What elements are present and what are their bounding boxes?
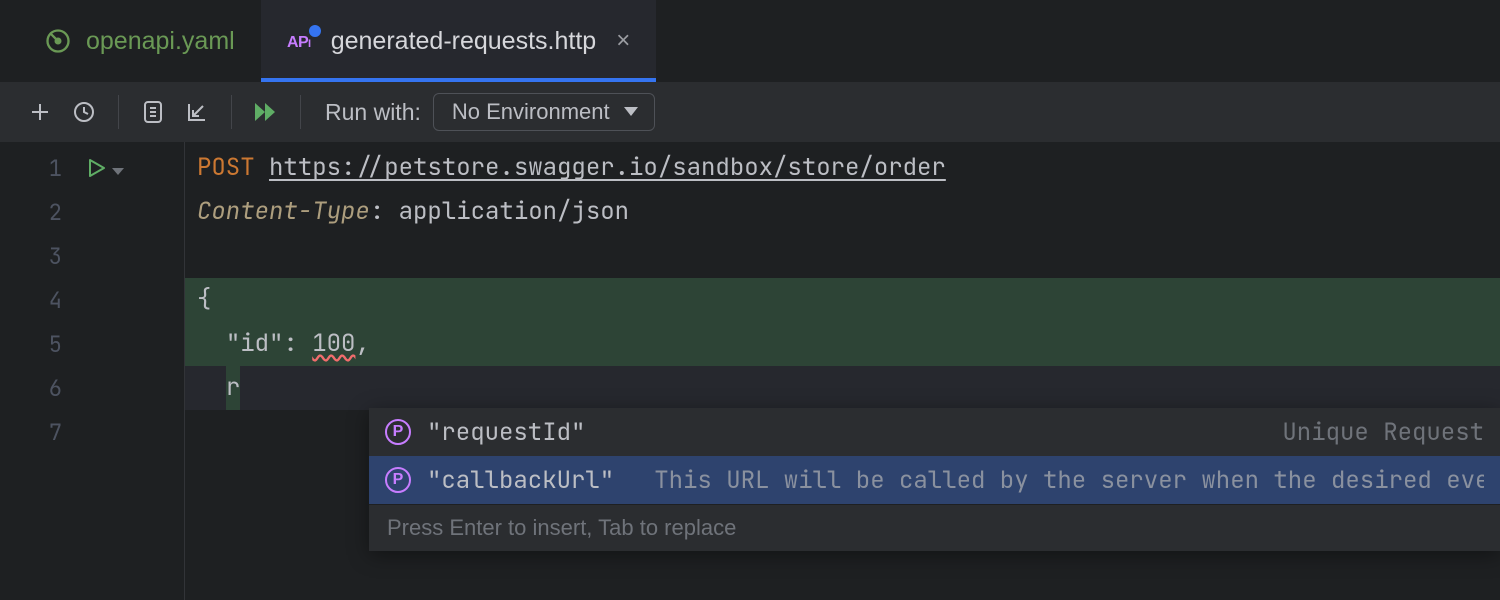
close-icon[interactable]: × — [610, 27, 630, 55]
tab-label: generated-requests.http — [331, 27, 596, 56]
code-line: Content-Type: application/json — [185, 190, 1500, 234]
completion-name: "requestId" — [427, 417, 585, 448]
history-button[interactable] — [62, 90, 106, 134]
show-structure-button[interactable] — [131, 90, 175, 134]
editor[interactable]: 1 2 3 4 5 6 7 POST https://petstore.swag… — [0, 142, 1500, 600]
code-line-current: r — [185, 366, 1500, 410]
run-all-button[interactable] — [244, 90, 288, 134]
completion-hint: Press Enter to insert, Tab to replace — [369, 504, 1500, 551]
environment-value: No Environment — [452, 99, 610, 125]
code-line: { — [185, 278, 1500, 322]
toolbar: Run with: No Environment — [0, 82, 1500, 142]
gutter-line: 1 — [0, 146, 184, 190]
svg-text:I: I — [308, 38, 311, 50]
chevron-down-icon — [624, 107, 638, 117]
property-icon: P — [385, 419, 411, 445]
tab-openapi[interactable]: openapi.yaml — [18, 0, 261, 82]
separator — [231, 95, 232, 129]
tab-label: openapi.yaml — [86, 27, 235, 56]
openapi-icon — [44, 27, 72, 55]
import-button[interactable] — [175, 90, 219, 134]
completion-popup: P "requestId" Unique Request P "callback… — [369, 408, 1500, 551]
code-line: "id": 100, — [185, 322, 1500, 366]
separator — [300, 95, 301, 129]
gutter: 1 2 3 4 5 6 7 — [0, 142, 184, 600]
code-line: POST https://petstore.swagger.io/sandbox… — [185, 146, 1500, 190]
code-area[interactable]: POST https://petstore.swagger.io/sandbox… — [185, 142, 1500, 600]
tab-bar: openapi.yaml A P I generated-requests.ht… — [0, 0, 1500, 82]
completion-desc: This URL will be called by the server wh… — [654, 465, 1484, 496]
run-with-label: Run with: — [325, 99, 421, 126]
run-gutter-icon[interactable] — [88, 159, 106, 177]
add-button[interactable] — [18, 90, 62, 134]
tab-generated-requests[interactable]: A P I generated-requests.http × — [261, 0, 656, 82]
chevron-down-icon[interactable] — [112, 154, 124, 183]
api-icon: A P I — [287, 29, 317, 53]
code-line — [185, 234, 1500, 278]
completion-item-selected[interactable]: P "callbackUrl" This URL will be called … — [369, 456, 1500, 504]
completion-desc: Unique Request — [625, 417, 1484, 448]
property-icon: P — [385, 467, 411, 493]
completion-name: "callbackUrl" — [427, 465, 614, 496]
environment-dropdown[interactable]: No Environment — [433, 93, 655, 131]
completion-item[interactable]: P "requestId" Unique Request — [369, 408, 1500, 456]
separator — [118, 95, 119, 129]
